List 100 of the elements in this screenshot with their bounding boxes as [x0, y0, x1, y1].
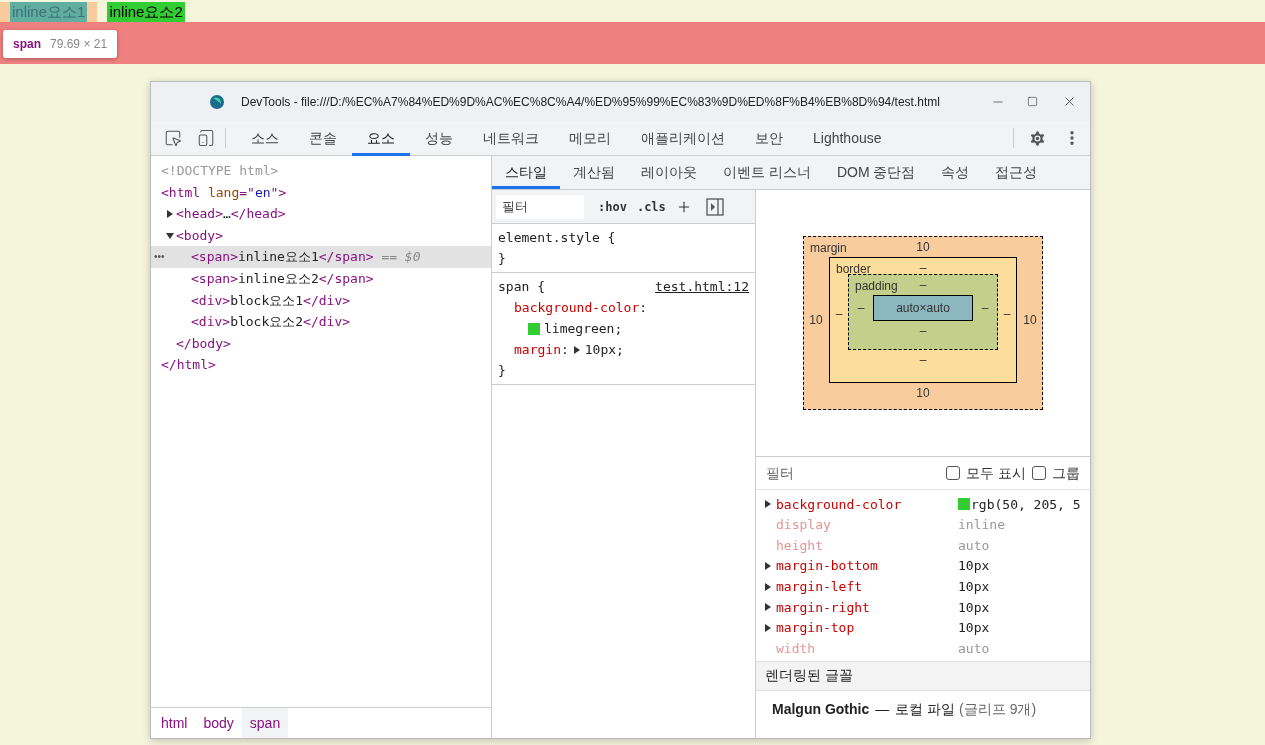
property-colon: :	[560, 341, 569, 359]
property-value: 10px;	[584, 341, 624, 359]
computed-filter-field[interactable]: 필터	[766, 462, 866, 484]
sidebar-toggle-icon[interactable]	[705, 197, 724, 216]
box-value: 10	[916, 239, 930, 256]
more-dots[interactable]: •••	[154, 252, 165, 263]
computed-property-name: width	[776, 639, 817, 658]
panel-tab[interactable]: 요소	[352, 120, 410, 156]
device-toggle-icon[interactable]	[197, 129, 215, 147]
devtools-logo-icon	[209, 93, 225, 110]
expand-triangle-icon[interactable]	[764, 500, 772, 509]
inline-element: inline요소1	[10, 2, 88, 22]
computed-property-value: 10px	[958, 619, 990, 638]
box-value: –	[1002, 306, 1012, 323]
computed-property-name: margin-right	[776, 598, 871, 617]
computed-property-name: display	[776, 516, 832, 535]
sidebar-tab[interactable]: 계산됨	[560, 156, 628, 189]
styles-filter-field[interactable]: 필터	[496, 194, 584, 219]
box-value: –	[834, 306, 844, 323]
checkbox[interactable]	[946, 466, 961, 480]
sidebar-tab[interactable]: 레이아웃	[628, 156, 710, 189]
breadcrumb[interactable]: html	[153, 708, 196, 738]
maximize-icon[interactable]	[1027, 96, 1038, 107]
tooltip-tag: span	[13, 35, 41, 53]
property-name: margin	[514, 341, 561, 359]
computed-property-name: margin-left	[776, 577, 864, 596]
property-name: background-color	[514, 299, 640, 317]
computed-property-value: 10px	[958, 577, 990, 596]
computed-property-value: inline	[958, 516, 1005, 535]
rule-selector: span {	[498, 278, 545, 296]
box-label: border	[836, 261, 871, 278]
panel-tab[interactable]: 성능	[410, 120, 468, 156]
settings-icon[interactable]	[1028, 128, 1047, 148]
computed-property-value: rgb(50, 205, 5	[971, 495, 1081, 514]
hov-button[interactable]: :hov	[598, 197, 627, 216]
breadcrumb[interactable]: span	[241, 708, 289, 738]
computed-property-value: 10px	[958, 598, 990, 617]
window-title: DevTools - file:///D:/%EC%A7%84%ED%9D%AC%EC%8C%A4/%ED%95%99%EC%83%9D%ED%8F%B4%EB%8D%94/test.html	[241, 93, 941, 111]
panel-tab[interactable]: 애플리케이션	[626, 120, 740, 156]
property-value: limegreen;	[544, 320, 623, 338]
panel-tab[interactable]: 네트워크	[468, 120, 554, 156]
checkbox-label: 모두 표시	[966, 463, 1026, 483]
box-value: –	[919, 352, 927, 369]
expand-triangle-icon[interactable]	[764, 603, 772, 612]
dom-node-line[interactable]: <span>inline요소1</span> == $0	[191, 247, 421, 267]
sidebar-tab[interactable]: 접근성	[982, 156, 1051, 189]
panel-tab[interactable]: 메모리	[554, 120, 626, 156]
box-value: 10	[1022, 312, 1038, 329]
inspect-icon[interactable]	[164, 129, 182, 147]
content-box: auto×auto	[873, 295, 973, 321]
dom-node-line[interactable]: </body>	[176, 333, 231, 354]
dom-node-line[interactable]: <html lang="en">	[161, 182, 287, 203]
computed-property-name: margin-bottom	[776, 557, 879, 576]
font-name: Malgun Gothic	[772, 700, 870, 720]
computed-property-name: margin-top	[776, 619, 856, 638]
box-value: 10	[808, 312, 824, 329]
rule-selector: element.style {	[498, 229, 616, 247]
sidebar-tab[interactable]: 속성	[928, 156, 983, 189]
box-label: margin	[810, 240, 847, 257]
color-swatch[interactable]	[528, 322, 540, 335]
computed-property-value: auto	[958, 639, 990, 658]
cls-button[interactable]: .cls	[636, 197, 666, 216]
rule-source-link[interactable]: test.html:12	[655, 276, 749, 297]
computed-property-name: height	[776, 536, 824, 555]
sidebar-tab[interactable]: DOM 중단점	[823, 156, 929, 189]
expand-triangle-icon[interactable]	[764, 582, 772, 591]
font-source: 로컬 파일	[895, 700, 956, 720]
dom-node-line[interactable]: <span>inline요소2</span>	[191, 269, 374, 289]
collapse-triangle-icon[interactable]	[166, 231, 174, 240]
close-icon[interactable]	[1062, 94, 1077, 109]
sidebar-tab[interactable]: 이벤트 리스너	[710, 156, 824, 189]
box-value: –	[919, 277, 927, 294]
expand-triangle-icon[interactable]	[764, 623, 772, 632]
panel-tab[interactable]: 콘솔	[294, 120, 352, 156]
box-value: –	[919, 323, 927, 340]
panel-tab[interactable]: Lighthouse	[798, 120, 897, 156]
breadcrumb[interactable]: body	[195, 708, 242, 738]
expand-triangle-icon[interactable]	[572, 345, 581, 354]
dom-node-line[interactable]: <div>block요소1</div>	[191, 290, 351, 311]
rule-close-brace: }	[498, 250, 506, 268]
checkbox[interactable]	[1032, 466, 1046, 480]
dom-node-line[interactable]: <head>…</head>	[176, 204, 286, 224]
computed-property-value: auto	[958, 536, 990, 555]
property-colon: :	[639, 299, 648, 317]
panel-tab[interactable]: 보안	[740, 120, 798, 156]
rule-close-brace: }	[498, 362, 506, 380]
expand-triangle-icon[interactable]	[166, 210, 174, 218]
computed-property-name: background-color	[776, 495, 903, 514]
dom-node-line[interactable]: <body>	[176, 225, 223, 246]
checkbox-label: 그룹	[1052, 463, 1080, 483]
font-separator: —	[875, 700, 890, 720]
expand-triangle-icon[interactable]	[764, 562, 772, 571]
box-label: padding	[855, 278, 898, 295]
glyph-count: (글리프 9개)	[959, 700, 1037, 720]
box-value: –	[980, 300, 990, 317]
box-value: –	[856, 300, 866, 317]
panel-tab[interactable]: 소스	[236, 120, 294, 156]
box-value: –	[919, 260, 927, 277]
dom-node-line[interactable]: </html>	[161, 355, 216, 375]
dom-node-line[interactable]: <div>block요소2</div>	[191, 312, 351, 332]
